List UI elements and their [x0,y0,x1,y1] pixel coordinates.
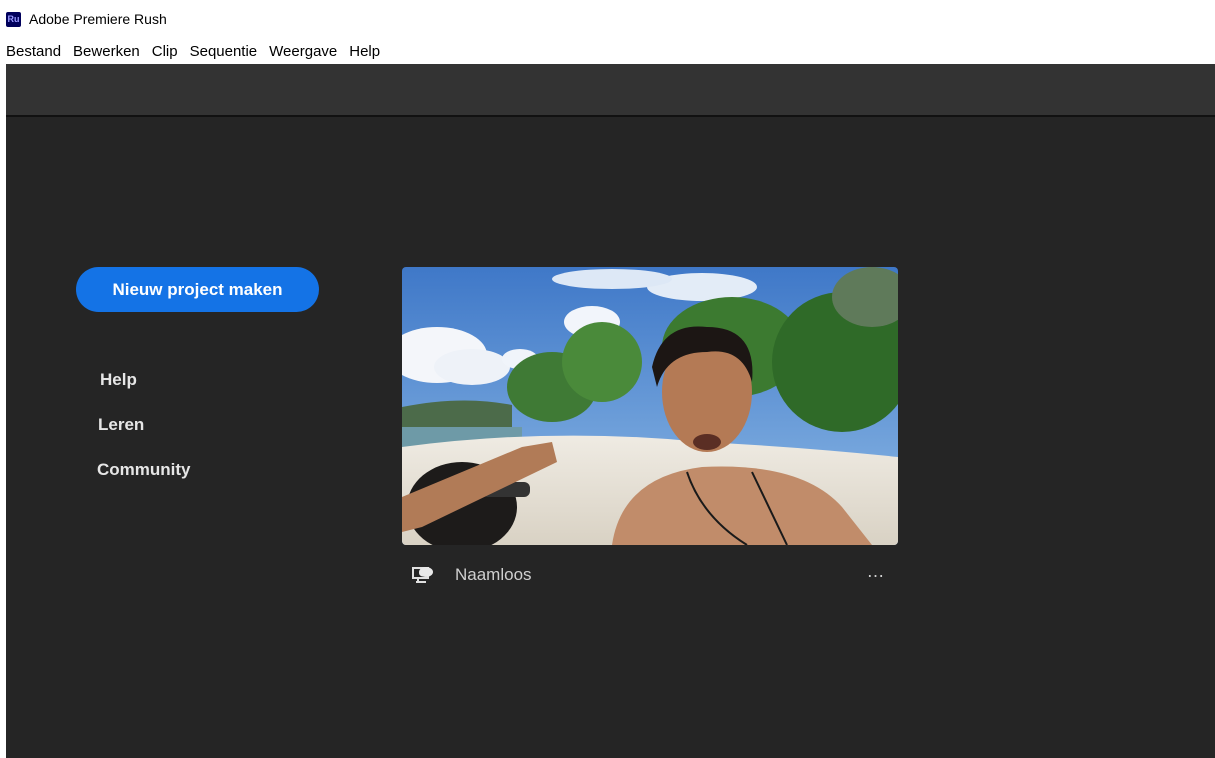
premiere-rush-logo: Ru [6,12,21,27]
help-link[interactable]: Help [100,370,137,390]
beach-selfie-thumbnail-image [402,267,898,545]
window-title: Adobe Premiere Rush [29,11,167,27]
window-titlebar: Ru Adobe Premiere Rush [0,0,1215,40]
menu-weergave[interactable]: Weergave [263,40,343,64]
menu-bestand[interactable]: Bestand [0,40,67,64]
project-thumbnail[interactable] [402,267,898,545]
menu-help[interactable]: Help [343,40,386,64]
project-card-footer: Naamloos … [402,559,898,589]
community-link[interactable]: Community [97,460,191,480]
new-project-button[interactable]: Nieuw project maken [76,267,319,312]
more-options-icon[interactable]: … [862,561,890,582]
menu-clip[interactable]: Clip [146,40,184,64]
menu-bar: Bestand Bewerken Clip Sequentie Weergave… [0,40,1215,64]
project-name[interactable]: Naamloos [455,565,532,585]
learn-link[interactable]: Leren [98,415,144,435]
top-toolbar [6,64,1215,117]
menu-sequentie[interactable]: Sequentie [184,40,264,64]
cloud-sync-icon [412,567,433,583]
app-home-screen: Nieuw project maken Help Leren Community [6,64,1215,758]
menu-bewerken[interactable]: Bewerken [67,40,146,64]
